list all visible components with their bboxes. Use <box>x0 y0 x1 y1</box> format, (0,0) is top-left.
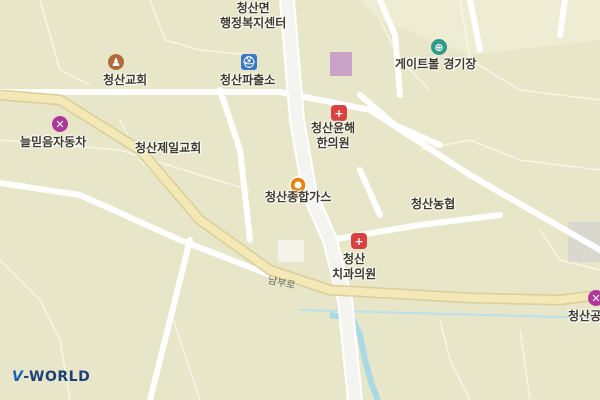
carshop-label[interactable]: 늘믿음자동차 <box>20 135 86 150</box>
church-icon[interactable]: ♟ <box>108 54 124 70</box>
church1-label[interactable]: 청산교회 <box>103 73 147 88</box>
vworld-logo: V-WORLD <box>12 369 91 385</box>
car-repair-icon[interactable]: ✕ <box>52 116 68 132</box>
police-icon[interactable]: ⛑ <box>241 54 257 70</box>
dental-line1: 청산 <box>343 252 366 266</box>
hospital1-line1: 청산윤해 <box>311 121 356 135</box>
church2-label[interactable]: 청산제일교회 <box>135 141 201 156</box>
sports-icon[interactable]: ⊕ <box>431 39 447 55</box>
dental-line2: 치과의원 <box>332 267 377 281</box>
gateball-label[interactable]: 게이트볼 경기장 <box>395 57 476 72</box>
car-repair-icon[interactable]: ✕ <box>588 290 600 306</box>
dental-label[interactable]: 청산 치과의원 <box>332 252 376 282</box>
police-label[interactable]: 청산파출소 <box>220 73 275 88</box>
hospital1-line2: 한의원 <box>316 136 350 150</box>
hospital1-label[interactable]: 청산윤해 한의원 <box>311 121 355 151</box>
admin-center-label[interactable]: 청산면 행정복지센터 <box>220 1 286 31</box>
hospital-icon[interactable]: + <box>351 233 367 249</box>
edge-right-label[interactable]: 청산공 <box>568 309 600 324</box>
map-canvas[interactable]: ♟ ⛑ ⊕ + ✕ + ✕ 청산면 행정복지센터 청산교회 청산파출소 게이트볼… <box>0 0 600 400</box>
hospital-icon[interactable]: + <box>331 105 347 121</box>
nonghyup-label[interactable]: 청산농협 <box>411 197 455 212</box>
gas-label[interactable]: 청산종합가스 <box>265 190 331 205</box>
admin-center-line2: 행정복지센터 <box>220 16 287 30</box>
admin-center-line1: 청산면 <box>236 1 270 15</box>
